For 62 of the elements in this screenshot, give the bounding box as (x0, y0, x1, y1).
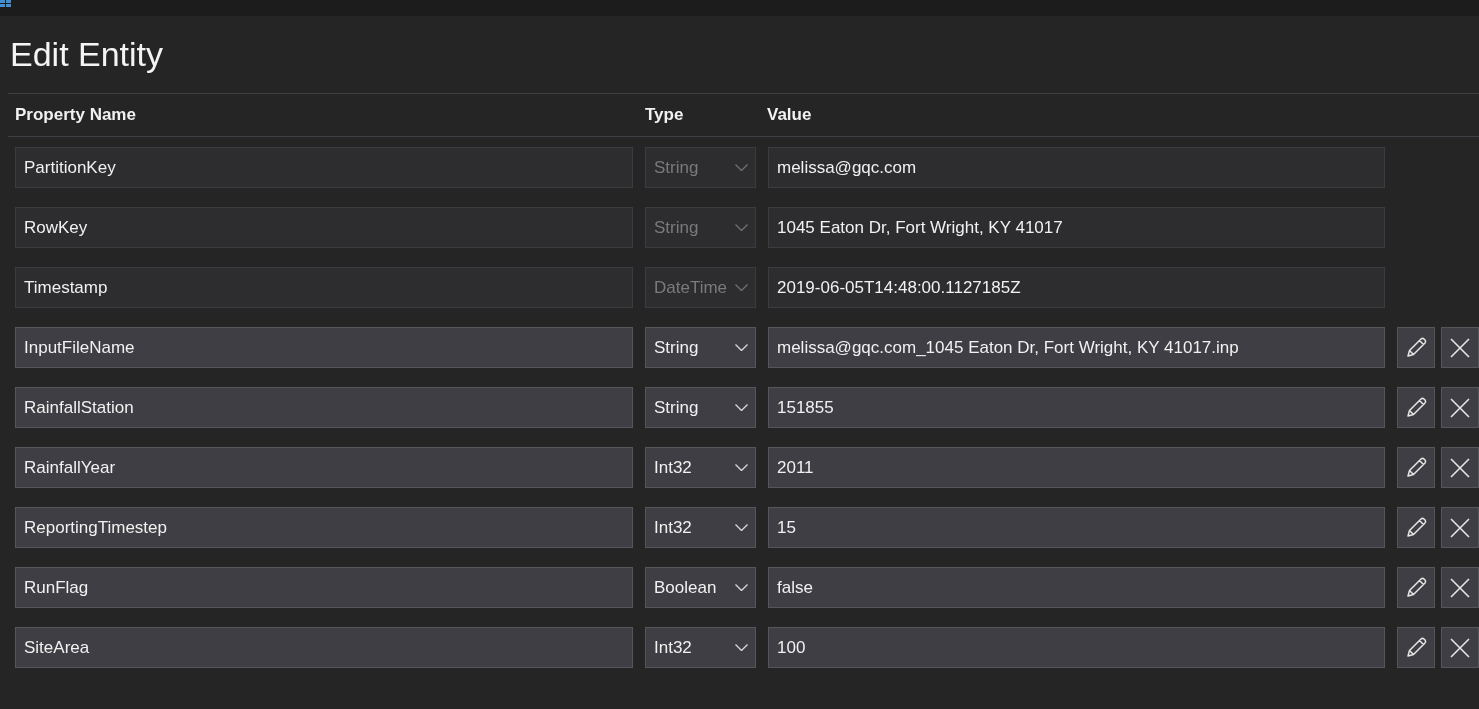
value-field[interactable]: false (768, 567, 1385, 608)
chevron-down-icon (735, 344, 748, 351)
value-field[interactable]: 2019-06-05T14:48:00.1127185Z (768, 267, 1385, 308)
value-header: Value (767, 105, 812, 125)
app-icon (0, 0, 12, 8)
edit-button[interactable] (1397, 567, 1435, 608)
close-icon (1450, 337, 1470, 358)
value-field[interactable]: melissa@gqc.com_1045 Eaton Dr, Fort Wright, KY 41017.inp (768, 327, 1385, 368)
chevron-down-icon (735, 524, 748, 531)
pencil-icon (1404, 335, 1428, 360)
pencil-icon (1404, 395, 1428, 420)
chevron-down-icon (735, 164, 748, 171)
pencil-icon (1404, 515, 1428, 540)
name-field[interactable]: RunFlag (15, 567, 633, 608)
delete-button[interactable] (1441, 387, 1479, 428)
name-field[interactable]: SiteArea (15, 627, 633, 668)
name-field[interactable]: RowKey (15, 207, 633, 248)
pencil-icon (1404, 635, 1428, 660)
type-dropdown[interactable]: Int32 (645, 447, 756, 488)
close-icon (1450, 637, 1470, 658)
chevron-down-icon (735, 644, 748, 651)
close-icon (1450, 457, 1470, 478)
edit-button[interactable] (1397, 387, 1435, 428)
name-field[interactable]: Timestamp (15, 267, 633, 308)
close-icon (1450, 397, 1470, 418)
name-field[interactable]: RainfallStation (15, 387, 633, 428)
delete-button[interactable] (1441, 567, 1479, 608)
name-field[interactable]: ReportingTimestep (15, 507, 633, 548)
delete-button[interactable] (1441, 447, 1479, 488)
edit-button[interactable] (1397, 627, 1435, 668)
chevron-down-icon (735, 464, 748, 471)
value-field[interactable]: melissa@gqc.com (768, 147, 1385, 188)
value-field[interactable]: 2011 (768, 447, 1385, 488)
pencil-icon (1404, 575, 1428, 600)
type-header: Type (645, 105, 684, 125)
type-dropdown[interactable]: String (645, 327, 756, 368)
close-icon (1450, 517, 1470, 538)
page-title: Edit Entity (8, 16, 1479, 94)
type-dropdown[interactable]: String (645, 387, 756, 428)
edit-button[interactable] (1397, 507, 1435, 548)
type-dropdown[interactable]: Boolean (645, 567, 756, 608)
delete-button[interactable] (1441, 327, 1479, 368)
edit-button[interactable] (1397, 327, 1435, 368)
name-field[interactable]: InputFileName (15, 327, 633, 368)
name-field[interactable]: RainfallYear (15, 447, 633, 488)
property-name-header: Property Name (15, 105, 136, 125)
value-field[interactable]: 1045 Eaton Dr, Fort Wright, KY 41017 (768, 207, 1385, 248)
chevron-down-icon (735, 404, 748, 411)
close-icon (1450, 577, 1470, 598)
name-field[interactable]: PartitionKey (15, 147, 633, 188)
chevron-down-icon (735, 284, 748, 291)
value-field[interactable]: 151855 (768, 387, 1385, 428)
delete-button[interactable] (1441, 627, 1479, 668)
edit-button[interactable] (1397, 447, 1435, 488)
type-dropdown[interactable]: Int32 (645, 507, 756, 548)
delete-button[interactable] (1441, 507, 1479, 548)
chevron-down-icon (735, 224, 748, 231)
chevron-down-icon (735, 584, 748, 591)
type-dropdown[interactable]: Int32 (645, 627, 756, 668)
value-field[interactable]: 100 (768, 627, 1385, 668)
pencil-icon (1404, 455, 1428, 480)
value-field[interactable]: 15 (768, 507, 1385, 548)
